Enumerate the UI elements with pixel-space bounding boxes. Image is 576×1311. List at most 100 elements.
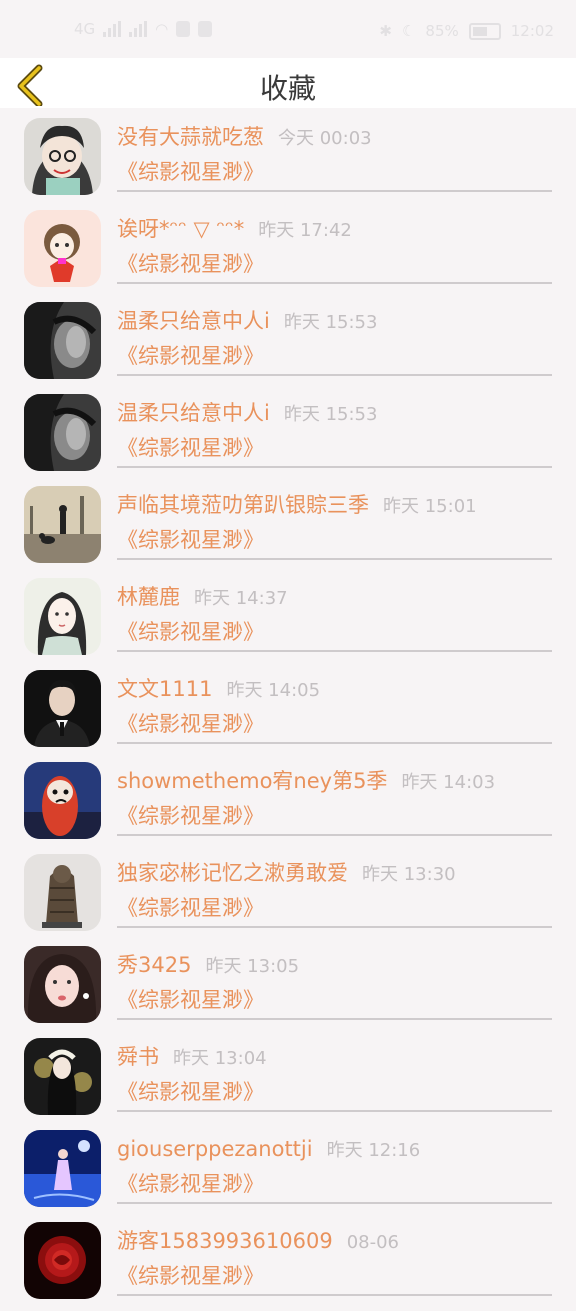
wifi-icon: ◠ [155, 20, 169, 38]
avatar[interactable] [24, 394, 101, 471]
divider [117, 650, 552, 652]
favorite-item[interactable]: 温柔只给意中人i 昨天 15:53 《综影视星渺》 [0, 391, 576, 483]
work-title[interactable]: 《综影视星渺》 [117, 709, 264, 739]
work-title[interactable]: 《综影视星渺》 [117, 801, 264, 831]
favorite-item[interactable]: 文文1111 昨天 14:05 《综影视星渺》 [0, 667, 576, 759]
avatar[interactable] [24, 946, 101, 1023]
favorite-item[interactable]: 声临其境蒞叻第趴银賩三季 昨天 15:01 《综影视星渺》 [0, 483, 576, 575]
name-line: 独家宓彬记忆之漱勇敢爱 昨天 13:30 [117, 858, 456, 888]
timestamp: 08-06 [346, 1232, 400, 1253]
work-title[interactable]: 《综影视星渺》 [117, 433, 264, 463]
name-line: 舜书 昨天 13:04 [117, 1042, 267, 1072]
work-title[interactable]: 《综影视星渺》 [117, 157, 264, 187]
work-title[interactable]: 《综影视星渺》 [117, 985, 264, 1015]
work-title[interactable]: 《综影视星渺》 [117, 617, 264, 647]
work-title[interactable]: 《综影视星渺》 [117, 1169, 264, 1199]
name-line: 温柔只给意中人i 昨天 15:53 [117, 398, 377, 428]
timestamp: 昨天 17:42 [258, 220, 352, 241]
timestamp: 昨天 14:05 [226, 680, 321, 701]
username[interactable]: 温柔只给意中人i [117, 401, 270, 425]
app-notification-icon [198, 21, 213, 37]
name-line: 诶呀*ᵔᵔ ▽ ᵔᵔ* 昨天 17:42 [117, 214, 352, 244]
divider [117, 742, 552, 744]
divider [117, 374, 552, 376]
header-bar: 收藏 [0, 58, 576, 108]
timestamp: 昨天 14:37 [194, 588, 288, 609]
divider [117, 466, 552, 468]
notification-icon [176, 21, 191, 37]
avatar[interactable] [24, 302, 101, 379]
name-line: 文文1111 昨天 14:05 [117, 674, 320, 704]
username[interactable]: 游客1583993610609 [117, 1229, 333, 1253]
favorite-item[interactable]: 独家宓彬记忆之漱勇敢爱 昨天 13:30 《综影视星渺》 [0, 851, 576, 943]
work-title[interactable]: 《综影视星渺》 [117, 1261, 264, 1291]
username[interactable]: 声临其境蒞叻第趴银賩三季 [117, 493, 369, 517]
avatar[interactable] [24, 1222, 101, 1299]
name-line: giouserppezanottji 昨天 12:16 [117, 1134, 420, 1164]
avatar[interactable] [24, 1038, 101, 1115]
favorite-item[interactable]: 秀3425 昨天 13:05 《综影视星渺》 [0, 943, 576, 1035]
timestamp: 昨天 15:01 [383, 496, 477, 517]
username[interactable]: 温柔只给意中人i [117, 309, 270, 333]
page-title: 收藏 [259, 72, 316, 105]
divider [117, 926, 552, 928]
username[interactable]: 文文1111 [117, 677, 212, 701]
avatar[interactable] [24, 1130, 101, 1207]
avatar[interactable] [24, 486, 101, 563]
timestamp: 昨天 14:03 [401, 772, 496, 793]
name-line: 游客1583993610609 08-06 [117, 1226, 399, 1256]
timestamp: 昨天 13:30 [362, 864, 456, 885]
bluetooth-icon: ✱ [379, 22, 392, 40]
name-line: showmethemo宥ney第5季 昨天 14:03 [117, 766, 495, 796]
username[interactable]: giouserppezanottji [117, 1137, 313, 1161]
favorite-item[interactable]: 舜书 昨天 13:04 《综影视星渺》 [0, 1035, 576, 1127]
username[interactable]: 舜书 [117, 1045, 159, 1069]
name-line: 没有大蒜就吃葱 今天 00:03 [117, 122, 372, 152]
favorite-item[interactable]: 诶呀*ᵔᵔ ▽ ᵔᵔ* 昨天 17:42 《综影视星渺》 [0, 207, 576, 299]
battery-icon [468, 22, 501, 40]
network-label: 4G [74, 20, 96, 38]
username[interactable]: 没有大蒜就吃葱 [117, 125, 264, 149]
name-line: 林麓鹿 昨天 14:37 [117, 582, 288, 612]
work-title[interactable]: 《综影视星渺》 [117, 525, 264, 555]
work-title[interactable]: 《综影视星渺》 [117, 1077, 264, 1107]
divider [117, 834, 552, 836]
avatar[interactable] [24, 118, 101, 195]
work-title[interactable]: 《综影视星渺》 [117, 249, 264, 279]
favorite-item[interactable]: 林麓鹿 昨天 14:37 《综影视星渺》 [0, 575, 576, 667]
favorite-item[interactable]: 温柔只给意中人i 昨天 15:53 《综影视星渺》 [0, 299, 576, 391]
username[interactable]: showmethemo宥ney第5季 [117, 769, 387, 793]
avatar[interactable] [24, 762, 101, 839]
avatar[interactable] [24, 670, 101, 747]
timestamp: 昨天 13:04 [173, 1048, 267, 1069]
avatar[interactable] [24, 578, 101, 655]
favorites-list: 没有大蒜就吃葱 今天 00:03 《综影视星渺》 诶呀*ᵔᵔ ▽ ᵔᵔ* 昨天 17:4… [0, 115, 576, 1311]
timestamp: 昨天 12:16 [326, 1140, 421, 1161]
favorite-item[interactable]: giouserppezanottji 昨天 12:16 《综影视星渺》 [0, 1127, 576, 1219]
divider [117, 558, 552, 560]
moon-icon: ☾ [401, 22, 416, 40]
username[interactable]: 独家宓彬记忆之漱勇敢爱 [117, 861, 348, 885]
divider [117, 1202, 552, 1204]
battery-percent: 85% [425, 22, 459, 40]
username[interactable]: 林麓鹿 [117, 585, 180, 609]
name-line: 秀3425 昨天 13:05 [117, 950, 299, 980]
favorite-item[interactable]: 游客1583993610609 08-06 《综影视星渺》 [0, 1219, 576, 1311]
divider [117, 1294, 552, 1296]
divider [117, 282, 552, 284]
work-title[interactable]: 《综影视星渺》 [117, 341, 264, 371]
username[interactable]: 秀3425 [117, 953, 191, 977]
avatar[interactable] [24, 210, 101, 287]
signal-icon [103, 21, 122, 37]
favorite-item[interactable]: 没有大蒜就吃葱 今天 00:03 《综影视星渺》 [0, 115, 576, 207]
avatar[interactable] [24, 854, 101, 931]
timestamp: 昨天 15:53 [283, 404, 378, 425]
divider [117, 1018, 552, 1020]
username[interactable]: 诶呀*ᵔᵔ ▽ ᵔᵔ* [117, 217, 244, 241]
timestamp: 昨天 13:05 [205, 956, 300, 977]
name-line: 声临其境蒞叻第趴银賩三季 昨天 15:01 [117, 490, 477, 520]
clock: 12:02 [510, 22, 554, 40]
favorite-item[interactable]: showmethemo宥ney第5季 昨天 14:03 《综影视星渺》 [0, 759, 576, 851]
status-right: ✱ ☾ 85% 12:02 [379, 22, 554, 40]
work-title[interactable]: 《综影视星渺》 [117, 893, 264, 923]
